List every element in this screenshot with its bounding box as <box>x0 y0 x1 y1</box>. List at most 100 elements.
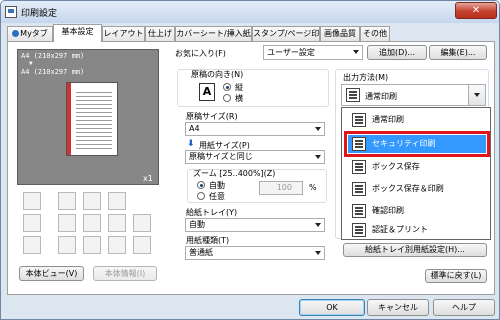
chevron-down-icon <box>474 93 480 97</box>
portrait-icon: A <box>199 83 215 101</box>
output-option-normal[interactable]: 通常印刷 <box>346 110 488 130</box>
fold-icon <box>83 214 101 232</box>
binding-edge <box>67 83 71 155</box>
landscape-radio[interactable] <box>223 94 231 102</box>
tab-image-quality[interactable]: 画像品質 <box>320 26 360 41</box>
output-option-secure[interactable]: セキュリティ印刷 <box>344 131 490 157</box>
page-preview <box>66 82 118 156</box>
preview-size-info: A4 (210x297 mm) ▼ A4 (210x297 mm) <box>21 52 84 76</box>
output-option-box-save-print[interactable]: ボックス保存＆印刷 <box>346 179 488 199</box>
output-method-select[interactable]: 通常印刷 <box>341 84 486 106</box>
tab-stamp[interactable]: スタンプ/ページ印字 <box>252 26 320 41</box>
orientation-label: 原稿の向き(N) <box>191 70 244 79</box>
normal-print-icon <box>346 88 360 102</box>
binding-icon <box>108 192 126 210</box>
output-label: 出力方法(M) <box>343 73 389 82</box>
option-label: ボックス保存 <box>372 162 420 171</box>
chevron-down-icon <box>353 50 359 54</box>
zoom-auto-radio[interactable] <box>197 181 205 189</box>
paper-size-text: A4 (210x297 mm) <box>21 68 85 76</box>
zoom-auto-label: 自動 <box>209 181 225 190</box>
original-size-text: A4 (210x297 mm) <box>21 52 85 60</box>
paper-size-select[interactable]: 原稿サイズと同じ <box>185 150 325 164</box>
punch-icon <box>58 214 76 232</box>
output-option-proof-print[interactable]: 確認印刷 <box>346 201 488 221</box>
cancel-button[interactable]: キャンセル <box>367 299 429 316</box>
chevron-down-icon <box>315 127 321 131</box>
auth-print-icon <box>352 223 366 237</box>
box-save-print-icon <box>352 182 366 196</box>
favorites-add-label: 追加(D)... <box>378 48 416 57</box>
option-label: セキュリティ印刷 <box>372 139 436 148</box>
output-value: 通常印刷 <box>365 92 397 101</box>
paper-tray-value: 自動 <box>189 220 205 229</box>
title-bar <box>1 1 499 23</box>
original-size-label: 原稿サイズ(R) <box>186 112 238 121</box>
paper-type-label: 用紙種類(T) <box>186 236 230 245</box>
duplex-icon <box>23 192 41 210</box>
add-favorite-button[interactable]: 追加(D)... <box>367 45 427 60</box>
tab-layout[interactable]: レイアウト <box>102 26 145 41</box>
booklet-icon <box>83 192 101 210</box>
staple-icon <box>23 214 41 232</box>
original-size-select[interactable]: A4 <box>185 122 325 136</box>
print-settings-window: 印刷設定 ✕ Myタブ 基本設定 レイアウト 仕上げ カバーシート/挿入紙 スタ… <box>0 0 500 320</box>
body-view-button[interactable]: 本体ビュー(V) <box>19 266 84 281</box>
paper-tray-select[interactable]: 自動 <box>185 218 325 232</box>
paper-tray-label: 給紙トレイ(Y) <box>186 208 238 217</box>
close-button[interactable]: ✕ <box>455 2 497 19</box>
copies-count: x1 <box>143 174 153 183</box>
zoom-manual-radio[interactable] <box>197 192 205 200</box>
portrait-radio[interactable] <box>223 83 231 91</box>
down-arrow-icon: ⬇ <box>187 139 195 149</box>
tab-basic[interactable]: 基本設定 <box>53 24 102 42</box>
account-track-icon <box>108 236 126 254</box>
option-label: 確認印刷 <box>372 206 404 215</box>
combine-icon <box>58 192 76 210</box>
favorites-select[interactable]: ユーザー設定 <box>263 45 363 60</box>
down-arrow-icon: ▼ <box>29 60 33 67</box>
ok-button[interactable]: OK <box>299 299 365 316</box>
text-lines <box>76 89 112 149</box>
proof-print-icon <box>133 236 151 254</box>
zoom-manual-label: 任意 <box>209 192 225 201</box>
zoom-label: ズーム [25..400%](Z) <box>193 169 276 178</box>
tab-mytab-label: Myタブ <box>20 29 48 38</box>
tab-cover-sheet[interactable]: カバーシート/挿入紙 <box>175 26 252 41</box>
help-button[interactable]: ヘルプ <box>433 299 495 316</box>
cover-icon <box>133 214 151 232</box>
output-option-box-save[interactable]: ボックス保存 <box>346 157 488 177</box>
secure-print-icon <box>352 137 366 151</box>
edit-favorite-button[interactable]: 編集(E)... <box>429 45 487 60</box>
tray-paper-settings-button[interactable]: 給紙トレイ別用紙設定(H)... <box>343 243 487 257</box>
chevron-down-icon <box>315 155 321 159</box>
window-title: 印刷設定 <box>21 9 58 19</box>
option-label: ボックス保存＆印刷 <box>372 184 444 193</box>
dropdown-button[interactable] <box>468 85 485 105</box>
favorites-value: ユーザー設定 <box>267 48 315 57</box>
paper-type-value: 普通紙 <box>189 248 213 257</box>
output-option-auth-print[interactable]: 認証＆プリント <box>346 220 488 240</box>
body-info-button[interactable]: 本体情報(I) <box>93 266 157 281</box>
favorites-label: お気に入り(F) <box>175 49 226 58</box>
zoom-value: 100 <box>276 183 292 192</box>
user-icon <box>12 30 20 37</box>
tab-mytab[interactable]: Myタブ <box>7 26 53 41</box>
paper-size-value: 原稿サイズと同じ <box>189 152 253 161</box>
restore-defaults-button[interactable]: 標準に戻す(L) <box>425 269 487 283</box>
portrait-label: 縦 <box>235 83 243 92</box>
tab-finishing[interactable]: 仕上げ <box>145 26 175 41</box>
tab-other[interactable]: その他 <box>360 26 390 41</box>
proof-print-icon <box>352 204 366 218</box>
paper-type-select[interactable]: 普通紙 <box>185 246 325 260</box>
secure-print-icon <box>23 236 41 254</box>
normal-print-icon <box>352 113 366 127</box>
option-label: 認証＆プリント <box>372 225 428 234</box>
box-save-icon <box>58 236 76 254</box>
printer-app-icon <box>5 6 17 18</box>
original-size-value: A4 <box>189 124 200 133</box>
user-auth-icon <box>83 236 101 254</box>
offset-icon <box>108 214 126 232</box>
zoom-input[interactable]: 100 <box>259 181 303 195</box>
chevron-down-icon <box>315 223 321 227</box>
